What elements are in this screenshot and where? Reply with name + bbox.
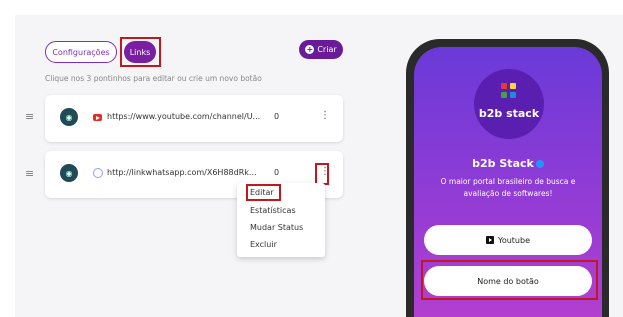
whatsapp-icon bbox=[93, 168, 103, 178]
create-button-label: Criar bbox=[317, 45, 337, 54]
tab-configuracoes[interactable]: Configurações bbox=[45, 41, 117, 63]
click-count: 0 bbox=[274, 168, 280, 177]
youtube-icon bbox=[93, 114, 102, 121]
link-url[interactable]: http://linkwhatsapp.com/X6H88dRk... bbox=[107, 168, 257, 177]
profile-description: O maior portal brasileiro de busca e ava… bbox=[440, 177, 576, 198]
profile-name: b2b Stack bbox=[414, 157, 602, 170]
click-count: 0 bbox=[274, 112, 280, 121]
create-button[interactable]: + Criar bbox=[299, 40, 343, 59]
preview-button-label: Youtube bbox=[498, 235, 530, 245]
verified-icon bbox=[535, 160, 544, 168]
menu-item-mudar-status[interactable]: Mudar Status bbox=[250, 223, 303, 232]
link-card: ◉ https://www.youtube.com/channel/U... 0… bbox=[45, 95, 343, 142]
highlight-box bbox=[421, 260, 598, 300]
preview-button-youtube[interactable]: Youtube bbox=[424, 225, 592, 255]
drag-handle-icon[interactable]: ≡ bbox=[25, 168, 36, 179]
profile-logo: b2b stack bbox=[474, 69, 544, 139]
avatar-icon: ◉ bbox=[60, 164, 78, 182]
menu-item-estatisticas[interactable]: Estatísticas bbox=[250, 206, 296, 215]
more-options-icon[interactable]: ⋮ bbox=[320, 110, 330, 121]
link-url[interactable]: https://www.youtube.com/channel/U... bbox=[107, 112, 260, 121]
highlight-box bbox=[120, 37, 161, 67]
avatar-icon: ◉ bbox=[60, 108, 78, 126]
instructions-text: Clique nos 3 pontinhos para editar ou cr… bbox=[45, 74, 262, 83]
youtube-icon bbox=[486, 236, 494, 244]
menu-item-excluir[interactable]: Excluir bbox=[250, 240, 277, 249]
plus-icon: + bbox=[305, 45, 315, 54]
highlight-box bbox=[246, 184, 281, 201]
profile-name-text: b2b Stack bbox=[472, 157, 534, 170]
logo-text: b2b stack bbox=[478, 107, 540, 120]
drag-handle-icon[interactable]: ≡ bbox=[25, 111, 36, 122]
logo-grid-icon bbox=[501, 83, 517, 99]
highlight-box bbox=[315, 163, 329, 185]
